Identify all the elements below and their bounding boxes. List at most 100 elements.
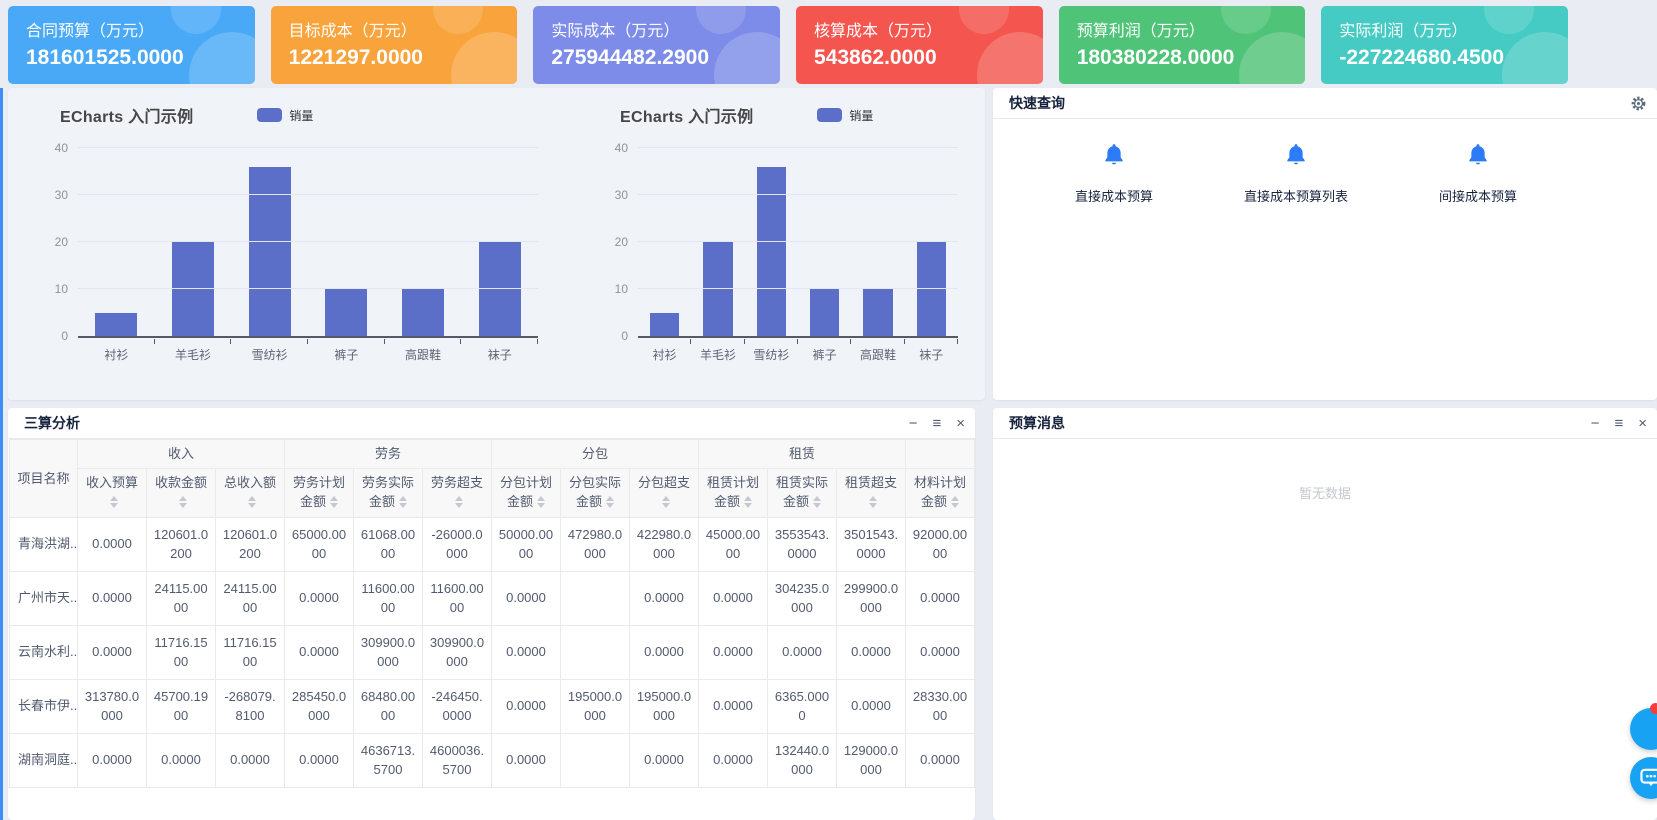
table-row[interactable]: 青海洪湖...0.0000120601.0200120601.020065000… (10, 517, 975, 571)
sort-icon[interactable] (869, 492, 877, 512)
sort-icon[interactable] (744, 492, 752, 512)
bar[interactable] (650, 313, 679, 337)
gear-icon[interactable] (1630, 95, 1647, 112)
table-cell: 0.0000 (906, 733, 975, 787)
table-cell: 0.0000 (630, 733, 699, 787)
table-cell: 0.0000 (630, 625, 699, 679)
table-row[interactable]: 云南水利...0.000011716.150011716.15000.00003… (10, 625, 975, 679)
table-cell: 422980.0000 (630, 517, 699, 571)
menu-icon[interactable]: ≡ (1614, 416, 1623, 431)
close-icon[interactable]: × (1638, 416, 1647, 431)
bar[interactable] (249, 167, 291, 336)
y-tick-label: 20 (55, 235, 68, 249)
table-row[interactable]: 长春市伊...313780.000045700.1900-268079.8100… (10, 679, 975, 733)
column-header[interactable]: 劳务超支 (423, 468, 492, 517)
x-tick-label: 雪纺衫 (231, 339, 308, 361)
quick-query-item-label: 直接成本预算 (1023, 186, 1205, 205)
bar[interactable] (402, 289, 444, 336)
menu-icon[interactable]: ≡ (932, 416, 941, 431)
table-cell: 0.0000 (492, 571, 561, 625)
sort-icon[interactable] (455, 492, 463, 512)
sort-icon[interactable] (399, 492, 407, 512)
x-axis-labels: 衬衫羊毛衫雪纺衫裤子高跟鞋袜子 (78, 339, 538, 361)
column-header[interactable]: 租赁实际金额 (768, 468, 837, 517)
bar[interactable] (479, 242, 521, 336)
kpi-card: 合同预算（万元）181601525.0000 (8, 6, 255, 84)
column-header[interactable]: 收入预算 (78, 468, 147, 517)
bar[interactable] (172, 242, 214, 336)
table-cell: 0.0000 (630, 571, 699, 625)
bar[interactable] (703, 242, 732, 336)
column-group-header: 收入 (78, 440, 285, 469)
sort-icon[interactable] (606, 492, 614, 512)
column-header[interactable]: 租赁计划金额 (699, 468, 768, 517)
legend-item[interactable]: 销量 (817, 107, 873, 124)
column-header[interactable]: 总收入额 (216, 468, 285, 517)
kpi-card-title: 预算利润（万元） (1077, 17, 1306, 41)
sort-icon[interactable] (330, 492, 338, 512)
bar[interactable] (917, 242, 946, 336)
project-name-cell: 云南水利... (10, 625, 78, 679)
kpi-card-title: 实际利润（万元） (1339, 17, 1568, 41)
quick-query-item[interactable]: 直接成本预算 (1023, 143, 1205, 205)
bar[interactable] (757, 167, 786, 336)
project-name-cell: 广州市天... (10, 571, 78, 625)
sort-icon[interactable] (248, 492, 256, 512)
sort-icon[interactable] (951, 492, 959, 512)
table-row[interactable]: 湖南洞庭...0.00000.00000.00000.00004636713.5… (10, 733, 975, 787)
panel-title: 预算消息 (1009, 413, 1591, 433)
column-group-header: 劳务 (285, 440, 492, 469)
sort-icon[interactable] (537, 492, 545, 512)
column-header[interactable]: 劳务实际金额 (354, 468, 423, 517)
sort-icon[interactable] (179, 492, 187, 512)
analysis-panel: 三算分析 −≡× 项目名称收入劳务分包租赁收入预算收款金额总收入额劳务计划金额劳… (8, 408, 975, 820)
bar[interactable] (95, 313, 137, 337)
table-cell: 129000.0000 (837, 733, 906, 787)
table-cell: 3501543.0000 (837, 517, 906, 571)
legend-label: 销量 (849, 107, 873, 124)
x-tick-label: 雪纺衫 (745, 339, 798, 361)
close-icon[interactable]: × (956, 416, 965, 431)
table-cell: 120601.0200 (147, 517, 216, 571)
column-group-header (906, 440, 975, 469)
bar[interactable] (863, 289, 892, 336)
table-cell: 195000.0000 (561, 679, 630, 733)
legend-item[interactable]: 销量 (257, 107, 313, 124)
column-header[interactable]: 租赁超支 (837, 468, 906, 517)
quick-query-items: 直接成本预算直接成本预算列表间接成本预算 (993, 119, 1657, 205)
column-header[interactable]: 材料计划金额 (906, 468, 975, 517)
bar[interactable] (325, 289, 367, 336)
table-cell: 0.0000 (699, 571, 768, 625)
column-header[interactable]: 收款金额 (147, 468, 216, 517)
x-tick-label: 袜子 (461, 339, 538, 361)
table-cell: -268079.8100 (216, 679, 285, 733)
window-controls: −≡ × (909, 416, 965, 431)
x-tick-label: 高跟鞋 (385, 339, 462, 361)
table-cell: 65000.0000 (285, 517, 354, 571)
window-controls: −≡ × (1591, 416, 1647, 431)
minimize-icon[interactable]: − (1591, 416, 1600, 431)
column-header[interactable]: 分包实际金额 (561, 468, 630, 517)
minimize-icon[interactable]: − (909, 416, 918, 431)
column-header[interactable]: 分包计划金额 (492, 468, 561, 517)
sort-icon[interactable] (813, 492, 821, 512)
quick-query-item[interactable]: 间接成本预算 (1387, 143, 1569, 205)
notification-badge (1650, 703, 1657, 714)
column-header[interactable]: 劳务计划金额 (285, 468, 354, 517)
quick-query-item[interactable]: 直接成本预算列表 (1205, 143, 1387, 205)
sort-icon[interactable] (110, 492, 118, 512)
table-row[interactable]: 广州市天...0.000024115.000024115.00000.00001… (10, 571, 975, 625)
table-cell: 0.0000 (78, 517, 147, 571)
bar[interactable] (810, 289, 839, 336)
table-cell: 0.0000 (492, 679, 561, 733)
x-tick-label: 裤子 (798, 339, 851, 361)
table-cell: 0.0000 (216, 733, 285, 787)
kpi-card-title: 目标成本（万元） (289, 17, 518, 41)
sort-icon[interactable] (662, 492, 670, 512)
charts-panel: ECharts 入门示例 销量 010203040 衬衫羊毛衫雪纺衫裤子高跟鞋袜… (8, 88, 985, 400)
column-header: 项目名称 (10, 440, 78, 518)
kpi-card-value: 181601525.0000 (26, 46, 255, 70)
bell-icon (1286, 153, 1306, 170)
table-cell: 4600036.5700 (423, 733, 492, 787)
column-header[interactable]: 分包超支 (630, 468, 699, 517)
